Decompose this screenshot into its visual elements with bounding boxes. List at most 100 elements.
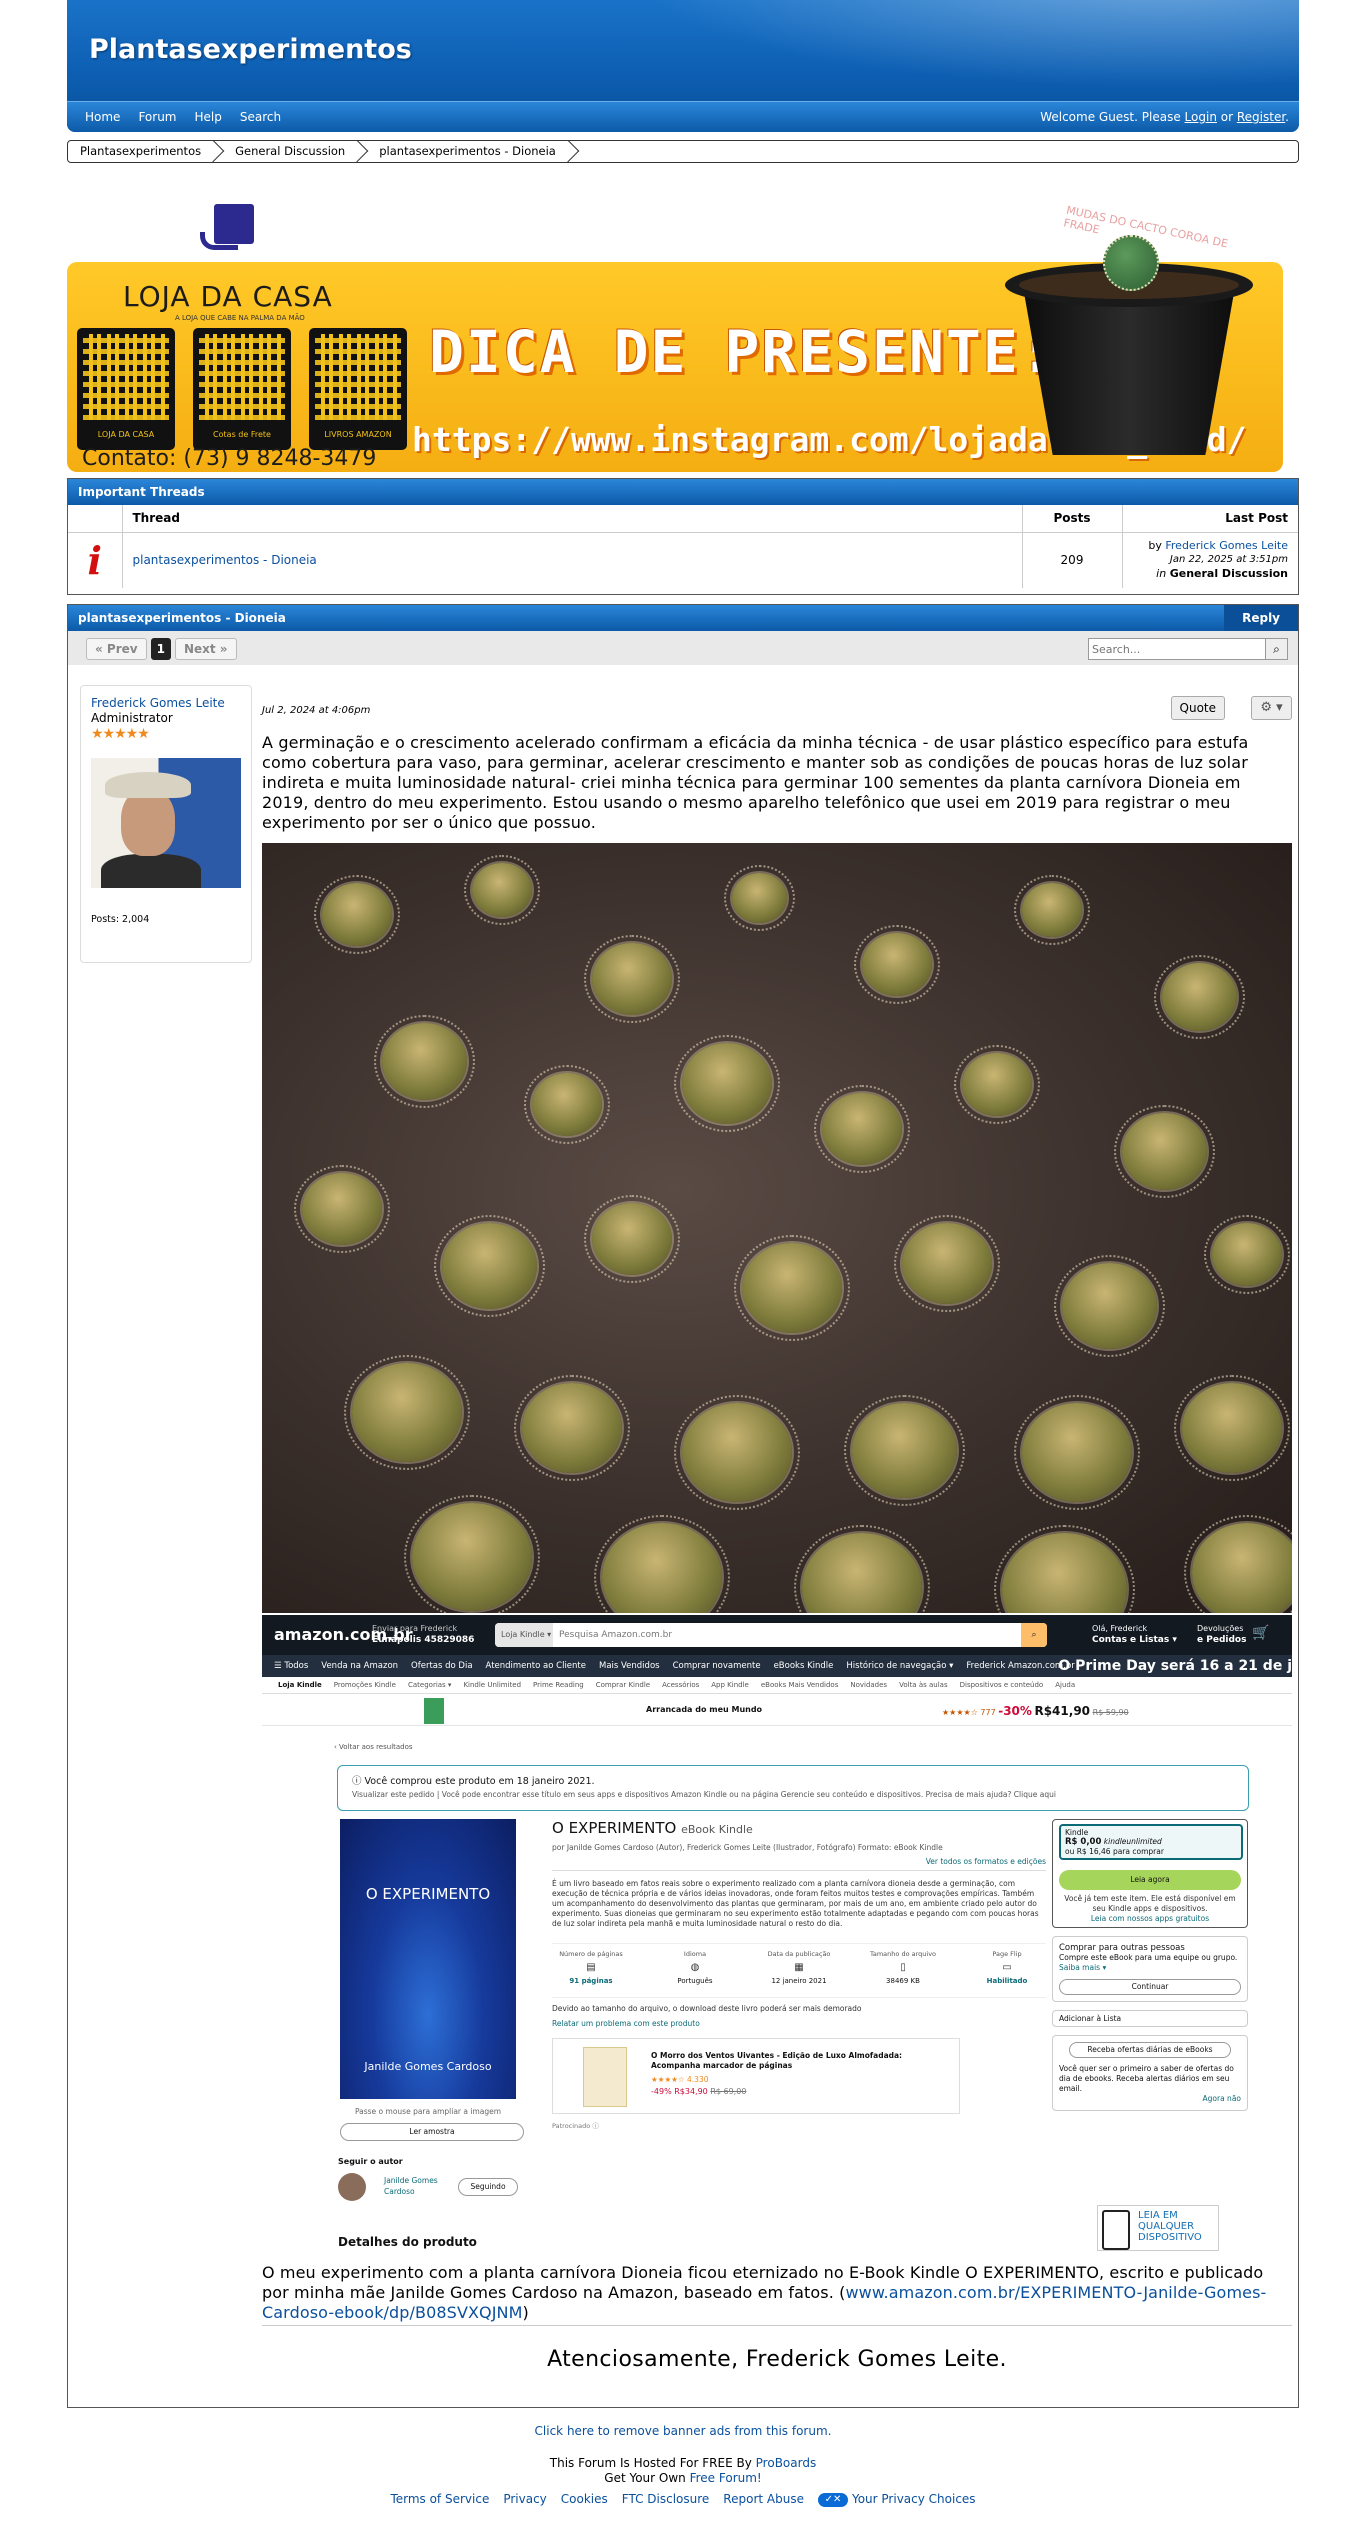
post-date[interactable]: Jul 2, 2024 at 4:06pm [262, 705, 370, 716]
amazon-sample-button: Ler amostra [340, 2123, 524, 2141]
amazon-subnav-item: Novidades [850, 1681, 888, 1689]
table-header-row: Thread Posts Last Post [68, 505, 1298, 533]
privacy-choices-link[interactable]: ✓✕ Your Privacy Choices [817, 2492, 976, 2507]
amazon-nav-item: Ofertas do Dia [411, 1661, 473, 1671]
ftc-link[interactable]: FTC Disclosure [622, 2492, 710, 2507]
terms-link[interactable]: Terms of Service [390, 2492, 489, 2507]
header-last-post: Last Post [1122, 505, 1298, 533]
promo-title: Arrancada do meu Mundo [646, 1705, 763, 1714]
header-icon-col [68, 505, 123, 533]
username-link[interactable]: Frederick Gomes Leite [91, 696, 241, 710]
nav-search[interactable]: Search [240, 110, 281, 124]
important-threads-panel: Important Threads Thread Posts Last Post… [67, 478, 1299, 595]
amazon-product-screenshot: amazon.com.br Enviar para Frederick Eunáp… [262, 1615, 1292, 2251]
post-options-button[interactable]: ⚙ ▾ [1251, 696, 1292, 720]
amazon-product-title: O EXPERIMENTO eBook Kindle [552, 1819, 753, 1837]
cactus-seedling [1054, 1255, 1165, 1357]
remove-ads-link[interactable]: Click here to remove banner ads from thi… [0, 2424, 1366, 2439]
site-header: Plantasexperimentos Home Forum Help Sear… [67, 0, 1299, 132]
thread-panel: plantasexperimentos - Dioneia Reply « Pr… [67, 604, 1299, 2408]
cactus-seedling [1154, 955, 1245, 1039]
breadcrumb-board[interactable]: General Discussion [223, 141, 367, 162]
login-link[interactable]: Login [1185, 110, 1217, 124]
cactus-seedling [1014, 1395, 1140, 1510]
thread-title: plantasexperimentos - Dioneia [78, 611, 286, 625]
important-threads-table: Thread Posts Last Post i plantasexperime… [68, 505, 1298, 588]
qr-code-icon [315, 334, 401, 420]
shop-tagline: A LOJA QUE CABE NA PALMA DA MÃO [175, 314, 305, 322]
cactus-seedling [1114, 1105, 1215, 1198]
reply-button[interactable]: Reply [1224, 605, 1298, 631]
nav-help[interactable]: Help [194, 110, 221, 124]
qr-label: Cotas de Frete [213, 430, 271, 439]
main-navbar: Home Forum Help Search Welcome Guest. Pl… [67, 101, 1299, 132]
banner-headline: DICA DE PRESENTE: [429, 318, 1057, 386]
report-abuse-link[interactable]: Report Abuse [723, 2492, 804, 2507]
qr-code-icon [199, 334, 285, 420]
table-row: i plantasexperimentos - Dioneia 209 by F… [68, 532, 1298, 588]
free-forum-link[interactable]: Free Forum! [690, 2471, 762, 2485]
cactus-seedling [854, 925, 940, 1004]
last-post-board[interactable]: General Discussion [1170, 567, 1288, 580]
breadcrumb-thread[interactable]: plantasexperimentos - Dioneia [367, 141, 578, 162]
last-post-date[interactable]: Jan 22, 2025 at 3:51pm [1123, 553, 1288, 567]
cactus-seedling [374, 1015, 475, 1108]
info-icon-cell: i [68, 532, 123, 588]
cactus-seedling [584, 935, 680, 1023]
next-page-button[interactable]: Next » [174, 638, 237, 660]
amazon-any-device-ad: LEIA EM QUALQUER DISPOSITIVO [1097, 2205, 1219, 2251]
qr-label: LOJA DA CASA [97, 430, 155, 439]
amazon-subnav-item: Dispositivos e conteúdo [959, 1681, 1044, 1689]
proboards-link[interactable]: ProBoards [756, 2456, 817, 2470]
amazon-zoom-hint: Passe o mouse para ampliar a imagem [354, 2107, 502, 2116]
site-title[interactable]: Plantasexperimentos [89, 34, 412, 65]
cactus-seedling [734, 1235, 850, 1341]
breadcrumb-home[interactable]: Plantasexperimentos [68, 141, 223, 162]
nav-links: Home Forum Help Search [85, 110, 281, 124]
privacy-link[interactable]: Privacy [503, 2492, 546, 2507]
spec-filesize: Tamanho do arquivo ▯ 38469 KB [869, 1950, 937, 1985]
avatar[interactable] [91, 758, 241, 888]
amazon-nav-item: Mais Vendidos [598, 1661, 660, 1671]
get-own-forum: Get Your Own Free Forum! [604, 2471, 762, 2485]
amazon-nav-item: Atendimento ao Cliente [485, 1661, 586, 1671]
amazon-nav-item: Venda na Amazon [321, 1661, 399, 1671]
amazon-nav-item: Comprar novamente [672, 1661, 761, 1671]
amazon-follow-author: Seguir o autor [338, 2157, 403, 2166]
ad-book-thumbnail [583, 2047, 627, 2107]
cactus-seedling [794, 1525, 930, 1613]
prev-page-button[interactable]: « Prev [86, 638, 147, 660]
search-icon[interactable]: ⌕ [1265, 639, 1287, 659]
amazon-author-name: Janilde Gomes Cardoso [384, 2176, 438, 2196]
ad-banner[interactable]: LOJA DA CASA A LOJA QUE CABE NA PALMA DA… [67, 198, 1285, 474]
footer-links: Terms of Service Privacy Cookies FTC Dis… [0, 2492, 1366, 2507]
spec-pages: Número de páginas ▤ 91 páginas [559, 1950, 623, 1985]
welcome-message: Welcome Guest. Please Login or Register. [1040, 110, 1289, 124]
amazon-byline: por Janilde Gomes Cardoso (Autor), Frede… [552, 1843, 943, 1852]
search-input[interactable] [1089, 639, 1259, 659]
register-link[interactable]: Register [1237, 110, 1285, 124]
cart-icon: 🛒 [1252, 1625, 1270, 1641]
amazon-buy-for-others: Comprar para outras pessoas Compre este … [1052, 1936, 1248, 2002]
shop-name: LOJA DA CASA [123, 280, 333, 313]
cookies-link[interactable]: Cookies [561, 2492, 608, 2507]
nav-forum[interactable]: Forum [138, 110, 176, 124]
cactus-seedling [954, 1045, 1040, 1124]
header-posts: Posts [1022, 505, 1123, 533]
last-post-author[interactable]: Frederick Gomes Leite [1165, 539, 1288, 552]
cactus-seedling [584, 1195, 680, 1283]
book-cover-author: Janilde Gomes Cardoso [364, 2060, 492, 2073]
current-page[interactable]: 1 [150, 638, 171, 660]
amazon-product-info: O EXPERIMENTO eBook Kindle por Janilde G… [552, 1819, 1046, 2130]
amazon-specs: Número de páginas ▤ 91 páginas Idioma ◍ Port… [552, 1943, 1046, 1985]
chevron-down-icon: ▾ [1276, 700, 1283, 715]
quote-button[interactable]: Quote [1170, 696, 1225, 720]
amazon-following-button: Seguindo [458, 2178, 518, 2196]
nav-home[interactable]: Home [85, 110, 120, 124]
author-avatar [338, 2173, 366, 2201]
cactus-seedling [1174, 1375, 1290, 1481]
amazon-kindle-box: Kindle R$ 0,00 kindleunlimited ou R$ 16,46… [1052, 1819, 1248, 1928]
amazon-search-bar: Loja Kindle ▾ Pesquisa Amazon.com.br ⌕ [495, 1623, 1047, 1647]
cactus-seedling [514, 1375, 630, 1481]
thread-link[interactable]: plantasexperimentos - Dioneia [133, 553, 317, 567]
